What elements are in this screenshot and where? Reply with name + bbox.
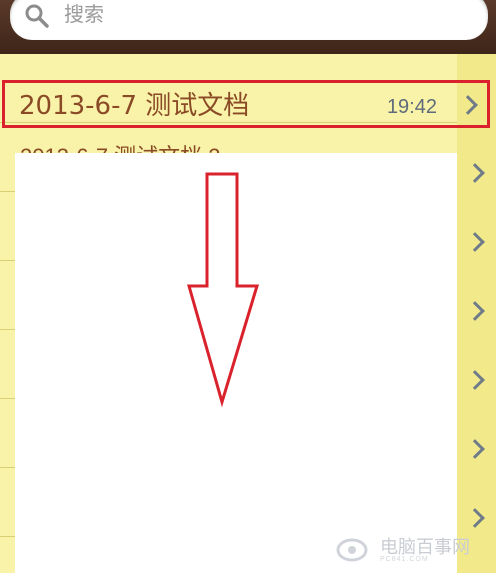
note-time: 19:42 [386,96,437,118]
note-row-selected[interactable]: 2013-6-7 测试文档 19:42 [2,80,490,128]
watermark: 电脑百事网 PC841.COM [336,535,490,565]
note-title: 2013-6-7 测试文档 [19,91,250,121]
search-field[interactable]: 搜索 [10,0,488,40]
down-arrow-annotation [187,172,260,408]
watermark-text: 电脑百事网 [380,537,470,558]
search-placeholder: 搜索 [64,4,104,26]
top-bar: 搜索 [0,0,496,54]
watermark-logo [336,538,368,562]
search-icon [25,4,49,28]
chevron-right-icon [458,95,478,115]
watermark-subtext: PC841.COM [380,556,429,563]
